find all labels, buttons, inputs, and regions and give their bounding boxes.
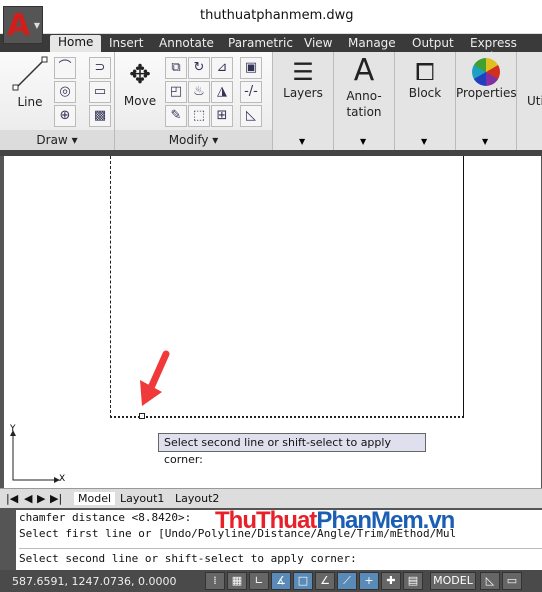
array-icon[interactable]: ⊞ — [211, 105, 233, 127]
model-space-button[interactable]: MODEL — [430, 572, 476, 590]
grid-icon[interactable]: ▦ — [227, 572, 247, 590]
coordinate-readout: 587.6591, 1247.0736, 0.0000 — [12, 575, 177, 588]
ucs-x-label: X — [59, 474, 66, 484]
prev-tab-button[interactable]: ◀ — [24, 492, 32, 505]
ribbon: Line ⌒ ◎ ⊕ ⊃ ▭ ▩ Draw ▾ ✥ Move ⧉ ↻ ⊿ ▣ ◰… — [0, 52, 542, 150]
command-tooltip: Select second line or shift-select to ap… — [158, 433, 426, 466]
match-properties-icon[interactable]: ✎ — [165, 105, 187, 127]
tab-model[interactable]: Model — [74, 492, 116, 505]
status-bar: 587.6591, 1247.0736, 0.0000 ⁞ ▦ ∟ ∡ □ ∠ … — [0, 570, 542, 592]
properties-button[interactable]: Properties ▼ — [456, 52, 517, 150]
line-icon — [12, 56, 48, 91]
block-icon: ⧠ — [415, 58, 435, 86]
dyn-icon[interactable]: + — [359, 572, 379, 590]
fillet-icon[interactable]: ♨ — [188, 81, 210, 103]
layout-tab-bar: |◀ ◀ ▶ ▶| Model Layout1 Layout2 — [0, 488, 542, 508]
utilities-button[interactable]: Uti — [517, 52, 542, 150]
tab-insert[interactable]: Insert — [109, 36, 143, 50]
properties-color-wheel-icon — [472, 58, 500, 86]
ribbon-tabs: Home Insert Annotate Parametric View Man… — [0, 34, 542, 64]
tab-annotate[interactable]: Annotate — [159, 36, 214, 50]
next-tab-button[interactable]: ▶ — [37, 492, 45, 505]
tab-parametric[interactable]: Parametric — [228, 36, 293, 50]
hatch-icon[interactable]: ▩ — [89, 105, 111, 127]
otrack-icon[interactable]: ∠ — [315, 572, 335, 590]
tab-output[interactable]: Output — [412, 36, 454, 50]
chevron-down-icon: ▼ — [421, 137, 428, 146]
draw-panel: Line ⌒ ◎ ⊕ ⊃ ▭ ▩ Draw ▾ — [0, 52, 115, 150]
annotation-button[interactable]: A Anno- tation ▼ — [334, 52, 395, 150]
ducs-icon[interactable]: ⟋ — [337, 572, 357, 590]
circle-icon[interactable]: ◎ — [54, 81, 76, 103]
watermark-logo: ThuThuatPhanMem.vn — [215, 507, 455, 534]
title-bar: thuthuatphanmem.dwg — [0, 0, 542, 34]
draw-panel-label[interactable]: Draw ▾ — [0, 130, 114, 150]
line-button[interactable]: Line — [8, 56, 52, 126]
last-tab-button[interactable]: ▶| — [50, 492, 62, 505]
application-menu-button[interactable]: A ▼ — [3, 6, 43, 44]
mirror-icon[interactable]: ◮ — [211, 81, 233, 103]
command-input[interactable]: Select second line or shift-select to ap… — [19, 548, 542, 567]
modify-panel: ✥ Move ⧉ ↻ ⊿ ▣ ◰ ♨ ◮ -/- ✎ ⬚ ⊞ ◺ Modify … — [115, 52, 273, 150]
red-arrow-icon — [140, 350, 170, 406]
rotate-icon[interactable]: ↻ — [188, 57, 210, 79]
erase-icon[interactable]: ▣ — [240, 57, 262, 79]
layers-icon: ☰ — [292, 58, 314, 86]
copy-icon[interactable]: ⧉ — [165, 57, 187, 79]
chevron-down-icon: ▼ — [482, 137, 489, 146]
osnap-icon[interactable]: □ — [293, 572, 313, 590]
autocad-logo-icon: A — [7, 8, 31, 43]
tab-manage[interactable]: Manage — [348, 36, 396, 50]
trim-icon[interactable]: ⊿ — [211, 57, 233, 79]
chevron-down-icon: ▼ — [360, 137, 367, 146]
first-tab-button[interactable]: |◀ — [6, 492, 18, 505]
stretch-icon[interactable]: ◰ — [165, 81, 187, 103]
text-a-icon: A — [353, 53, 375, 88]
cursor-pickbox — [139, 413, 145, 419]
chevron-down-icon: ▼ — [33, 21, 40, 30]
scale-icon[interactable]: ⬚ — [188, 105, 210, 127]
quick-properties-icon[interactable]: ▤ — [403, 572, 423, 590]
polyline-icon[interactable]: ⌒ — [54, 57, 76, 79]
block-button[interactable]: ⧠ Block ▼ — [395, 52, 456, 150]
window-title: thuthuatphanmem.dwg — [200, 8, 354, 23]
ucs-y-label: Y — [10, 424, 16, 434]
offset-icon[interactable]: ◺ — [240, 105, 262, 127]
layers-button[interactable]: ☰ Layers ▼ — [273, 52, 334, 150]
rectangle-icon[interactable]: ▭ — [89, 81, 111, 103]
layout-icon[interactable]: ▭ — [502, 572, 522, 590]
viewport-icon[interactable]: ◺ — [480, 572, 500, 590]
tab-home[interactable]: Home — [50, 35, 102, 52]
tab-layout1[interactable]: Layout1 — [120, 492, 164, 505]
ortho-icon[interactable]: ∟ — [249, 572, 269, 590]
modify-panel-label[interactable]: Modify ▾ — [115, 130, 272, 150]
move-icon: ✥ — [129, 60, 151, 90]
move-button[interactable]: ✥ Move — [120, 56, 160, 126]
tab-layout2[interactable]: Layout2 — [175, 492, 219, 505]
chevron-down-icon: ▼ — [299, 137, 306, 146]
polar-icon[interactable]: ∡ — [271, 572, 291, 590]
ellipse-icon[interactable]: ⊕ — [54, 105, 76, 127]
snap-icon[interactable]: ⁞ — [205, 572, 225, 590]
tab-view[interactable]: View — [304, 36, 332, 50]
explode-icon[interactable]: -/- — [240, 81, 262, 103]
lineweight-icon[interactable]: ✚ — [381, 572, 401, 590]
spline-icon[interactable]: ⊃ — [89, 57, 111, 79]
